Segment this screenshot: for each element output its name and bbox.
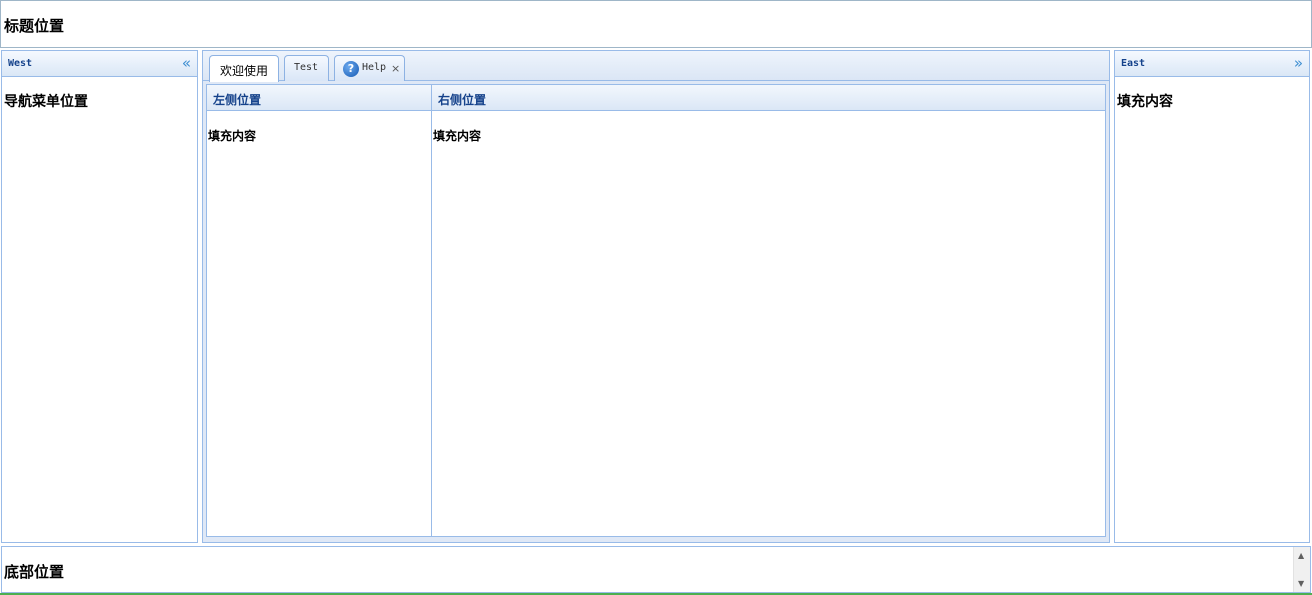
east-content: 填充内容: [1117, 94, 1173, 110]
east-panel: East » 填充内容: [1114, 50, 1310, 543]
tab-test[interactable]: Test: [284, 55, 329, 81]
west-panel-header: West «: [2, 51, 197, 77]
page-title: 标题位置: [4, 17, 65, 35]
right-subpanel-header: 右侧位置: [432, 85, 1105, 111]
collapse-west-icon[interactable]: «: [182, 54, 191, 72]
left-subpanel-title: 左侧位置: [213, 93, 262, 107]
north-region: 标题位置: [0, 0, 1312, 48]
tab-welcome[interactable]: 欢迎使用: [209, 55, 279, 82]
tab-content: 左侧位置 填充内容 右侧位置 填充内容: [206, 84, 1106, 537]
tab-help[interactable]: ? Help ×: [334, 55, 405, 81]
scroll-up-icon[interactable]: ▲: [1298, 551, 1304, 560]
right-subpanel-content: 填充内容: [433, 129, 482, 143]
left-subpanel: 左侧位置 填充内容: [207, 85, 432, 536]
right-subpanel: 右侧位置 填充内容: [432, 85, 1105, 536]
tab-help-label: Help: [362, 62, 387, 73]
left-subpanel-content: 填充内容: [208, 129, 257, 143]
tab-welcome-label: 欢迎使用: [220, 64, 269, 78]
help-icon: ?: [343, 61, 359, 77]
right-subpanel-title: 右侧位置: [438, 93, 487, 107]
east-panel-header: East »: [1115, 51, 1309, 77]
west-panel-title: West: [8, 58, 33, 69]
south-region: 底部位置 ▲ ▼: [1, 546, 1311, 593]
tab-strip: 欢迎使用 Test ? Help ×: [203, 51, 1109, 82]
tab-close-icon[interactable]: ×: [391, 62, 400, 75]
vertical-scrollbar[interactable]: ▲ ▼: [1293, 547, 1310, 592]
tab-test-label: Test: [294, 62, 319, 73]
east-panel-title: East: [1121, 58, 1146, 69]
left-subpanel-header: 左侧位置: [207, 85, 431, 111]
west-panel: West « 导航菜单位置: [1, 50, 198, 543]
collapse-east-icon[interactable]: »: [1294, 54, 1303, 72]
center-tabpanel: 欢迎使用 Test ? Help × 左侧位置 填充内容 右侧位置 填充内容: [202, 50, 1110, 543]
scroll-down-icon[interactable]: ▼: [1298, 579, 1304, 588]
footer-title: 底部位置: [4, 563, 65, 581]
nav-menu-placeholder: 导航菜单位置: [4, 94, 88, 110]
